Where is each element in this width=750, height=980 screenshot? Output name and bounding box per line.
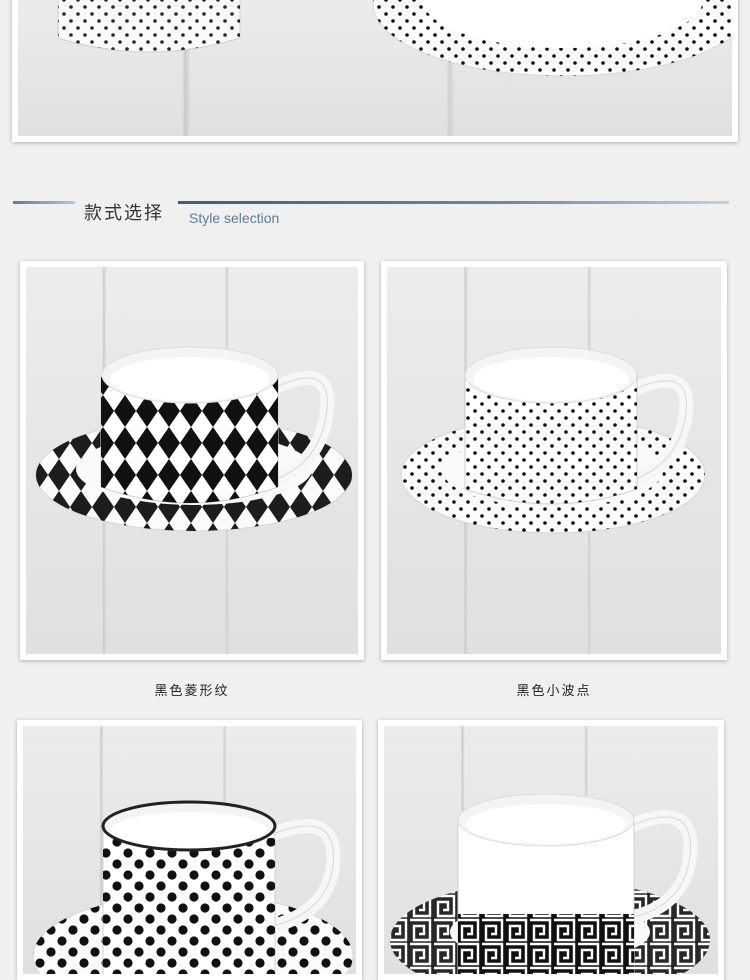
style-card-greek-key[interactable] xyxy=(378,720,724,980)
product-photo-top xyxy=(18,0,732,136)
product-photo-large-dot xyxy=(23,726,356,974)
section-title-cn: 款式选择 xyxy=(84,203,164,224)
style-card-diamond[interactable] xyxy=(20,261,364,660)
style-card-large-dot[interactable] xyxy=(17,720,362,980)
section-title-en: Style selection xyxy=(189,210,280,226)
product-photo-diamond xyxy=(26,267,358,654)
style-caption-diamond: 黑色菱形纹 xyxy=(154,684,230,699)
header-line-left xyxy=(13,201,75,204)
product-photo-greek-key xyxy=(384,726,718,974)
style-card-small-dot[interactable] xyxy=(381,261,727,660)
header-line-right xyxy=(178,201,729,204)
top-product-image xyxy=(12,0,738,142)
style-caption-small-dot: 黑色小波点 xyxy=(516,684,592,699)
product-photo-small-dot xyxy=(387,267,721,654)
